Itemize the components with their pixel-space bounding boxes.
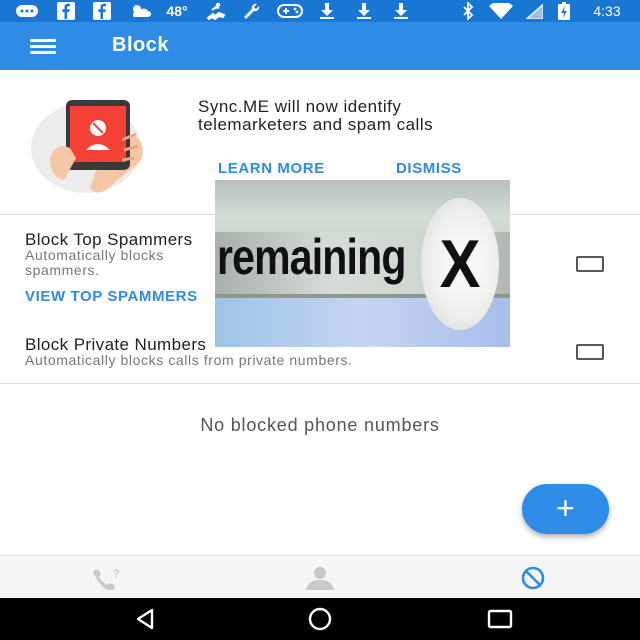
promo-line-1: Sync.ME will now identify: [198, 97, 402, 116]
phone-spam-illustration: [30, 98, 170, 198]
dismiss-button[interactable]: DISMISS: [396, 160, 462, 177]
page-title: Block: [112, 34, 169, 56]
learn-more-button[interactable]: LEARN MORE: [218, 160, 325, 177]
run-icon: [203, 2, 227, 20]
hamburger-menu-icon[interactable]: [26, 34, 60, 58]
block-icon: [521, 566, 544, 589]
bluetooth-icon: [460, 2, 476, 20]
app-toolbar: Block: [0, 22, 640, 70]
wifi-icon: [488, 2, 514, 20]
messaging-icon: [14, 2, 40, 20]
block-private-numbers-checkbox[interactable]: [576, 344, 604, 360]
status-bar: 48° 4:33: [0, 0, 640, 22]
block-top-spammers-checkbox[interactable]: [576, 256, 604, 272]
ad-close-button[interactable]: X: [421, 198, 499, 330]
back-icon[interactable]: [128, 606, 168, 632]
bottom-tab-bar: ?: [0, 555, 640, 598]
status-time: 4:33: [593, 3, 621, 19]
ad-remaining-text: remaining: [217, 229, 406, 285]
promo-line-2: telemarketers and spam calls: [198, 115, 434, 134]
svg-text:?: ?: [113, 568, 120, 580]
tab-block[interactable]: [426, 556, 639, 599]
view-top-spammers-link[interactable]: VIEW TOP SPAMMERS: [25, 288, 198, 305]
tab-unknown-callers[interactable]: ?: [0, 556, 213, 599]
download-icon: [392, 2, 410, 20]
unknown-caller-icon: ?: [92, 568, 120, 590]
recents-icon[interactable]: [480, 606, 520, 632]
download-icon: [318, 2, 336, 20]
person-icon: [305, 566, 334, 590]
signal-icon: [524, 2, 544, 20]
add-number-button[interactable]: +: [522, 484, 609, 534]
block-private-numbers-desc: Automatically blocks calls from private …: [25, 352, 353, 368]
ad-overlay[interactable]: remaining X: [215, 180, 510, 347]
facebook-icon: [56, 2, 76, 20]
weather-icon: [127, 2, 155, 20]
promo-message: Sync.ME will now identify telemarketers …: [198, 98, 598, 134]
facebook-icon: [92, 2, 112, 20]
battery-icon: [556, 2, 572, 20]
empty-state-text: No blocked phone numbers: [200, 415, 440, 435]
block-top-spammers-desc-1: Automatically blocks: [25, 247, 164, 263]
tab-contacts[interactable]: [213, 556, 426, 599]
gamepad-icon: [276, 2, 304, 20]
wrench-icon: [240, 2, 264, 20]
temperature: 48°: [166, 3, 188, 19]
plus-icon: +: [556, 490, 575, 526]
system-nav-bar: [0, 598, 640, 640]
home-icon[interactable]: [300, 606, 340, 632]
close-icon: X: [439, 226, 481, 302]
download-icon: [355, 2, 373, 20]
block-top-spammers-desc-2: spammers.: [25, 262, 100, 278]
